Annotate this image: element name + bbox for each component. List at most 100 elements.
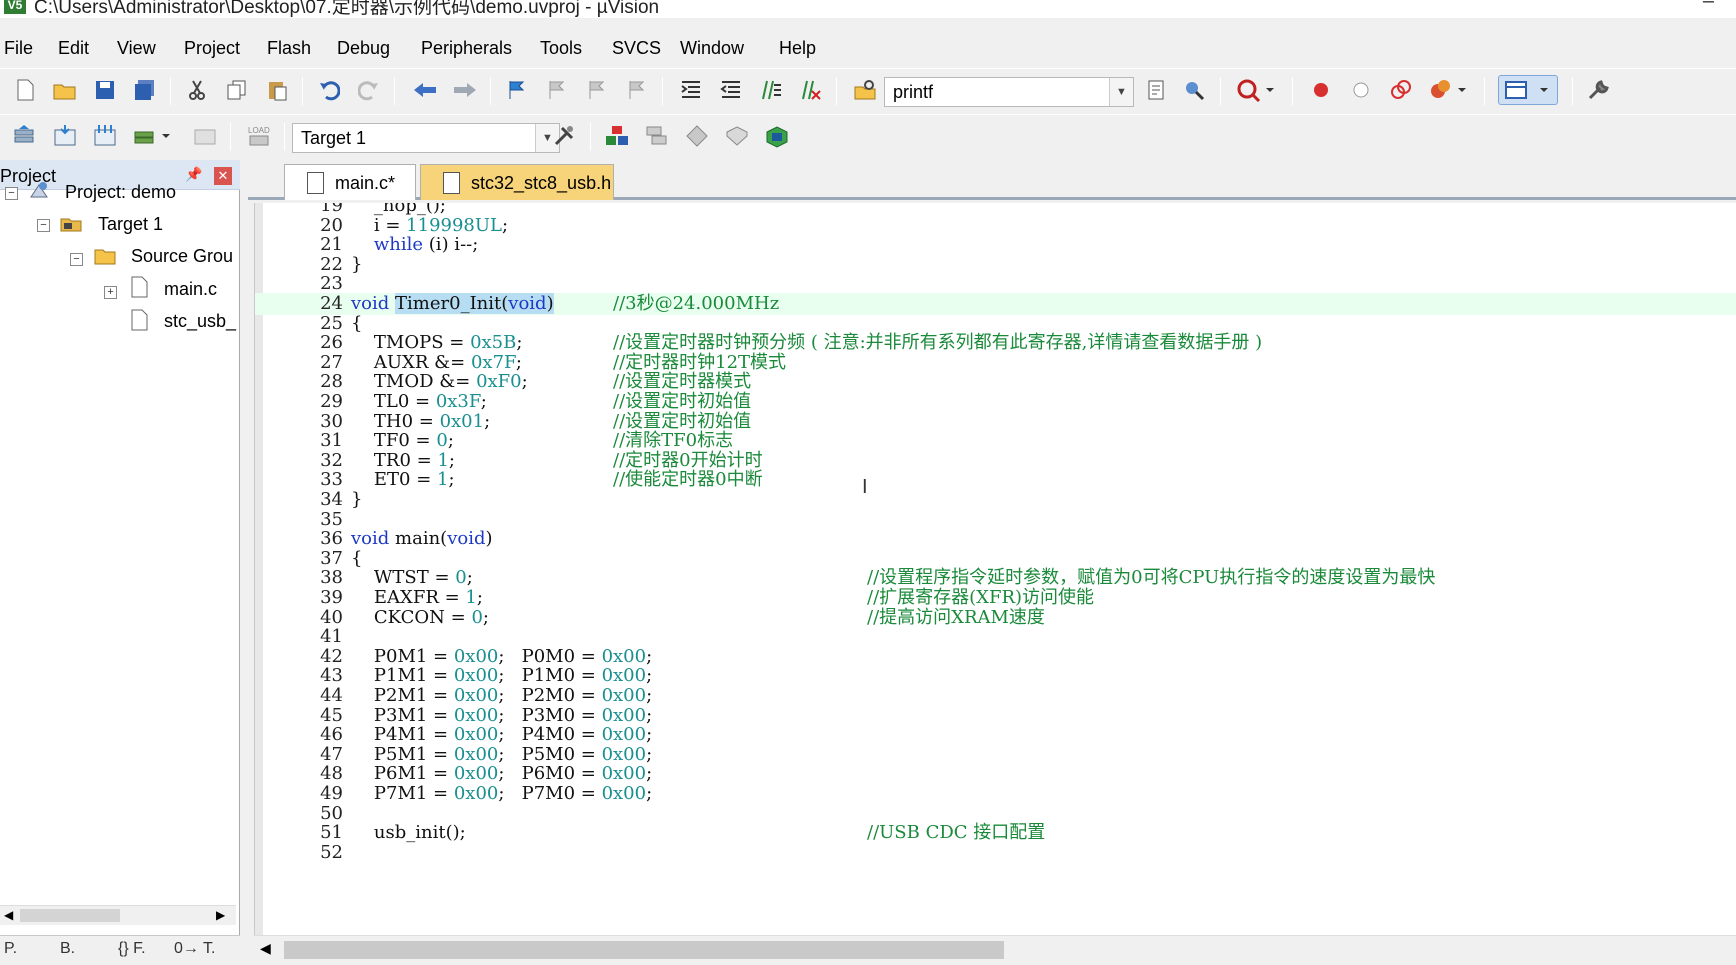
tab-main-c[interactable]: main.c* bbox=[284, 164, 416, 200]
download-load-icon[interactable]: LOAD bbox=[244, 121, 274, 151]
code-line[interactable]: 20 i = 119998UL; bbox=[255, 215, 1736, 237]
collapse-icon[interactable]: − bbox=[70, 253, 83, 266]
code-line[interactable]: 47 P5M1 = 0x00; P5M0 = 0x00; bbox=[255, 744, 1736, 766]
code-line[interactable]: 48 P6M1 = 0x00; P6M0 = 0x00; bbox=[255, 763, 1736, 785]
pin-icon[interactable]: 📌 bbox=[185, 166, 202, 183]
code-line[interactable]: 43 P1M1 = 0x00; P1M0 = 0x00; bbox=[255, 665, 1736, 687]
translate-icon[interactable] bbox=[10, 121, 40, 151]
configure-icon[interactable] bbox=[1584, 75, 1614, 105]
code-editor[interactable]: 19 _nop_(); 20 i = 119998UL; 21 while (i) … bbox=[254, 203, 1736, 935]
code-line[interactable]: 33 ET0 = 1; //使能定时器0中断 bbox=[255, 469, 1736, 491]
window-layout-icon[interactable] bbox=[1498, 75, 1558, 105]
code-line[interactable]: 50 bbox=[255, 803, 1736, 825]
rebuild-icon[interactable] bbox=[90, 121, 120, 151]
code-line[interactable]: 42 P0M1 = 0x00; P0M0 = 0x00; bbox=[255, 646, 1736, 668]
code-line[interactable]: 41 bbox=[255, 626, 1736, 648]
navigate-back-icon[interactable] bbox=[410, 75, 440, 105]
insert-breakpoint-icon[interactable] bbox=[1306, 75, 1336, 105]
paste-icon[interactable] bbox=[262, 75, 292, 105]
code-line[interactable]: 37 { bbox=[255, 548, 1736, 570]
code-line[interactable]: 51 usb_init(); //USB CDC 接口配置 bbox=[255, 822, 1736, 844]
tree-item-main-c[interactable]: main.c bbox=[164, 279, 217, 300]
find-symbol-icon[interactable] bbox=[1180, 75, 1210, 105]
code-line[interactable]: 31 TF0 = 0; //清除TF0标志 bbox=[255, 430, 1736, 452]
tab-books[interactable]: B. bbox=[60, 940, 75, 958]
menu-svcs[interactable]: SVCS bbox=[612, 38, 661, 59]
code-line[interactable]: 30 TH0 = 0x01; //设置定时初始值 bbox=[255, 411, 1736, 433]
code-line[interactable]: 22} bbox=[255, 254, 1736, 276]
menu-file[interactable]: File bbox=[4, 38, 33, 59]
editor-horizontal-scrollbar[interactable]: ◀ bbox=[254, 935, 1736, 963]
code-line[interactable]: 44 P2M1 = 0x00; P2M0 = 0x00; bbox=[255, 685, 1736, 707]
file-extensions-icon[interactable] bbox=[642, 121, 672, 151]
redo-icon[interactable] bbox=[354, 75, 384, 105]
debug-session-icon[interactable] bbox=[1234, 75, 1278, 105]
uncomment-icon[interactable] bbox=[796, 75, 826, 105]
scroll-thumb[interactable] bbox=[20, 909, 120, 922]
code-line[interactable]: 34} bbox=[255, 489, 1736, 511]
menu-flash[interactable]: Flash bbox=[267, 38, 311, 59]
copy-icon[interactable] bbox=[222, 75, 252, 105]
scroll-right-icon[interactable]: ▶ bbox=[216, 908, 225, 922]
batch-build-icon[interactable] bbox=[130, 121, 174, 151]
menu-tools[interactable]: Tools bbox=[540, 38, 582, 59]
rte-diamond-icon[interactable] bbox=[682, 121, 712, 151]
find-combo[interactable]: printf ▼ bbox=[884, 77, 1134, 107]
undo-icon[interactable] bbox=[314, 75, 344, 105]
indent-icon[interactable] bbox=[676, 75, 706, 105]
close-icon[interactable]: ✕ bbox=[214, 167, 232, 185]
target-options-icon[interactable] bbox=[550, 121, 580, 151]
scroll-thumb[interactable] bbox=[284, 941, 1004, 959]
code-line[interactable]: 21 while (i) i--; bbox=[255, 234, 1736, 256]
target-select[interactable]: Target 1 ▼ bbox=[292, 123, 560, 153]
stop-build-icon[interactable] bbox=[190, 121, 220, 151]
scroll-left-icon[interactable]: ◀ bbox=[4, 908, 13, 922]
project-horizontal-scrollbar[interactable]: ◀ ▶ bbox=[0, 905, 236, 925]
code-line[interactable]: 23 bbox=[255, 273, 1736, 295]
scroll-left-icon[interactable]: ◀ bbox=[260, 940, 271, 957]
new-file-icon[interactable] bbox=[10, 75, 40, 105]
expand-icon[interactable]: + bbox=[104, 286, 117, 299]
minimize-button[interactable]: – bbox=[1703, 0, 1714, 13]
comment-icon[interactable] bbox=[756, 75, 786, 105]
manage-components-icon[interactable] bbox=[602, 121, 632, 151]
code-line[interactable]: 24 void Timer0_Init(void) //3秒@24.000MHz bbox=[255, 293, 1736, 315]
build-icon[interactable] bbox=[50, 121, 80, 151]
code-line[interactable]: 40 CKCON = 0; //提高访问XRAM速度 bbox=[255, 607, 1736, 629]
code-line[interactable]: 27 AUXR &= 0x7F; //定时器时钟12T模式 bbox=[255, 352, 1736, 374]
open-folder-icon[interactable] bbox=[50, 75, 80, 105]
chevron-down-icon[interactable]: ▼ bbox=[1109, 78, 1133, 106]
code-line[interactable]: 26 TMOPS = 0x5B; //设置定时器时钟预分频 ( 注意:并非所有系列… bbox=[255, 332, 1736, 354]
tree-item-stc-usb[interactable]: stc_usb_ bbox=[164, 311, 236, 332]
menu-window[interactable]: Window bbox=[680, 38, 744, 59]
collapse-icon[interactable]: − bbox=[37, 219, 50, 232]
pack-green-icon[interactable] bbox=[762, 121, 792, 151]
code-line[interactable]: 25 { bbox=[255, 313, 1736, 335]
disable-breakpoints-icon[interactable] bbox=[1386, 75, 1416, 105]
menu-view[interactable]: View bbox=[117, 38, 156, 59]
cut-icon[interactable] bbox=[182, 75, 212, 105]
tree-item-source-group[interactable]: Source Grou bbox=[131, 246, 233, 267]
bookmark-clear-icon[interactable] bbox=[622, 75, 652, 105]
menu-peripherals[interactable]: Peripherals bbox=[421, 38, 512, 59]
tab-templates[interactable]: 0→ T. bbox=[174, 940, 216, 958]
kill-breakpoints-icon[interactable] bbox=[1426, 75, 1470, 105]
tab-stc32-usb-h[interactable]: stc32_stc8_usb.h bbox=[420, 164, 614, 200]
code-line[interactable]: 29 TL0 = 0x3F; //设置定时初始值 bbox=[255, 391, 1736, 413]
code-line[interactable]: 46 P4M1 = 0x00; P4M0 = 0x00; bbox=[255, 724, 1736, 746]
enable-breakpoint-icon[interactable] bbox=[1346, 75, 1376, 105]
incremental-find-icon[interactable] bbox=[1142, 75, 1172, 105]
code-line[interactable]: 36 void main(void) bbox=[255, 528, 1736, 550]
code-line[interactable]: 32 TR0 = 1; //定时器0开始计时 bbox=[255, 450, 1736, 472]
tree-item-project[interactable]: Project: demo bbox=[65, 182, 176, 203]
code-line[interactable]: 39 EAXFR = 1; //扩展寄存器(XFR)访问使能 bbox=[255, 587, 1736, 609]
collapse-icon[interactable]: − bbox=[5, 187, 18, 200]
unindent-icon[interactable] bbox=[716, 75, 746, 105]
pack-installer-icon[interactable] bbox=[722, 121, 752, 151]
code-line[interactable]: 52 bbox=[255, 842, 1736, 864]
menu-help[interactable]: Help bbox=[779, 38, 816, 59]
menu-edit[interactable]: Edit bbox=[58, 38, 89, 59]
find-in-files-icon[interactable] bbox=[850, 75, 880, 105]
bookmark-next-icon[interactable] bbox=[582, 75, 612, 105]
save-icon[interactable] bbox=[90, 75, 120, 105]
